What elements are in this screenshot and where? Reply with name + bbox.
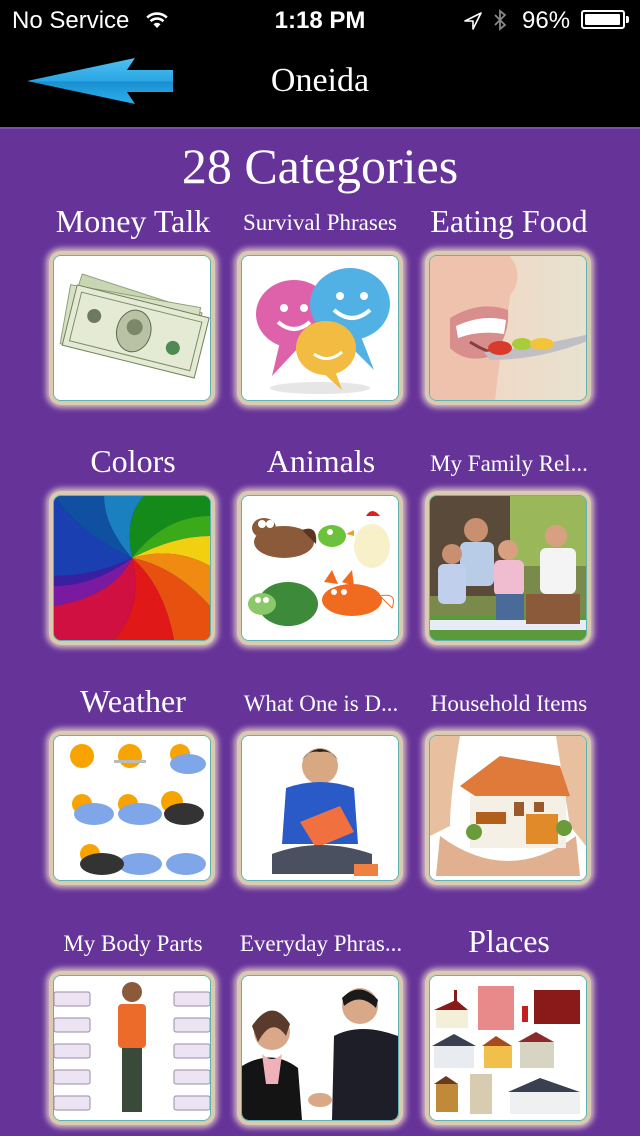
speech-bubbles-image xyxy=(241,255,399,401)
category-tile-what-one-is-doing[interactable] xyxy=(237,731,403,885)
battery-icon xyxy=(581,10,625,29)
category-tile-colors[interactable] xyxy=(49,491,215,645)
handshake-image xyxy=(241,975,399,1121)
house-in-hands-image xyxy=(429,735,587,881)
battery-tip xyxy=(626,16,629,23)
category-label[interactable]: Colors xyxy=(38,443,228,479)
category-tile-eating-food[interactable] xyxy=(425,251,591,405)
category-tile-animals[interactable] xyxy=(237,491,403,645)
location-arrow-icon xyxy=(463,10,483,30)
status-bar: No Service 1:18 PM 96% xyxy=(0,0,640,40)
category-label[interactable]: Household Items xyxy=(414,686,604,722)
category-label[interactable]: Money Talk xyxy=(38,203,228,239)
category-label[interactable]: Eating Food xyxy=(414,203,604,239)
family-picnic-image xyxy=(429,495,587,641)
category-label[interactable]: My Body Parts xyxy=(38,926,228,962)
nav-title: Oneida xyxy=(270,62,370,99)
category-tile-everyday-phrases[interactable] xyxy=(237,971,403,1125)
page-heading: 28 Categories xyxy=(181,138,459,194)
category-label[interactable]: Animals xyxy=(226,443,416,479)
battery-percent: 96% xyxy=(522,7,571,34)
category-tile-my-family-relations[interactable] xyxy=(425,491,591,645)
category-label[interactable]: Places xyxy=(414,923,604,959)
category-label[interactable]: Weather xyxy=(38,683,228,719)
body-parts-diagram-image xyxy=(53,975,211,1121)
category-tile-places[interactable] xyxy=(425,971,591,1125)
battery-fill xyxy=(585,14,620,25)
header-divider xyxy=(0,127,640,129)
rainbow-swirl-image xyxy=(53,495,211,641)
category-label[interactable]: Survival Phrases xyxy=(225,205,415,241)
cartoon-animals-image xyxy=(241,495,399,641)
eating-food-image xyxy=(429,255,587,401)
category-label[interactable]: My Family Rel... xyxy=(414,446,604,482)
category-tile-survival-phrases[interactable] xyxy=(237,251,403,405)
weather-icons-image xyxy=(53,735,211,881)
top-bar: No Service 1:18 PM 96% Oneida xyxy=(0,0,640,128)
money-image xyxy=(53,255,211,401)
category-label[interactable]: What One is D... xyxy=(226,686,416,722)
bluetooth-icon xyxy=(492,8,508,32)
category-tile-weather[interactable] xyxy=(49,731,215,885)
buildings-image xyxy=(429,975,587,1121)
category-tile-household-items[interactable] xyxy=(425,731,591,885)
boy-reading-image xyxy=(241,735,399,881)
category-tile-my-body-parts[interactable] xyxy=(49,971,215,1125)
category-tile-money-talk[interactable] xyxy=(49,251,215,405)
category-label[interactable]: Everyday Phras... xyxy=(226,926,416,962)
